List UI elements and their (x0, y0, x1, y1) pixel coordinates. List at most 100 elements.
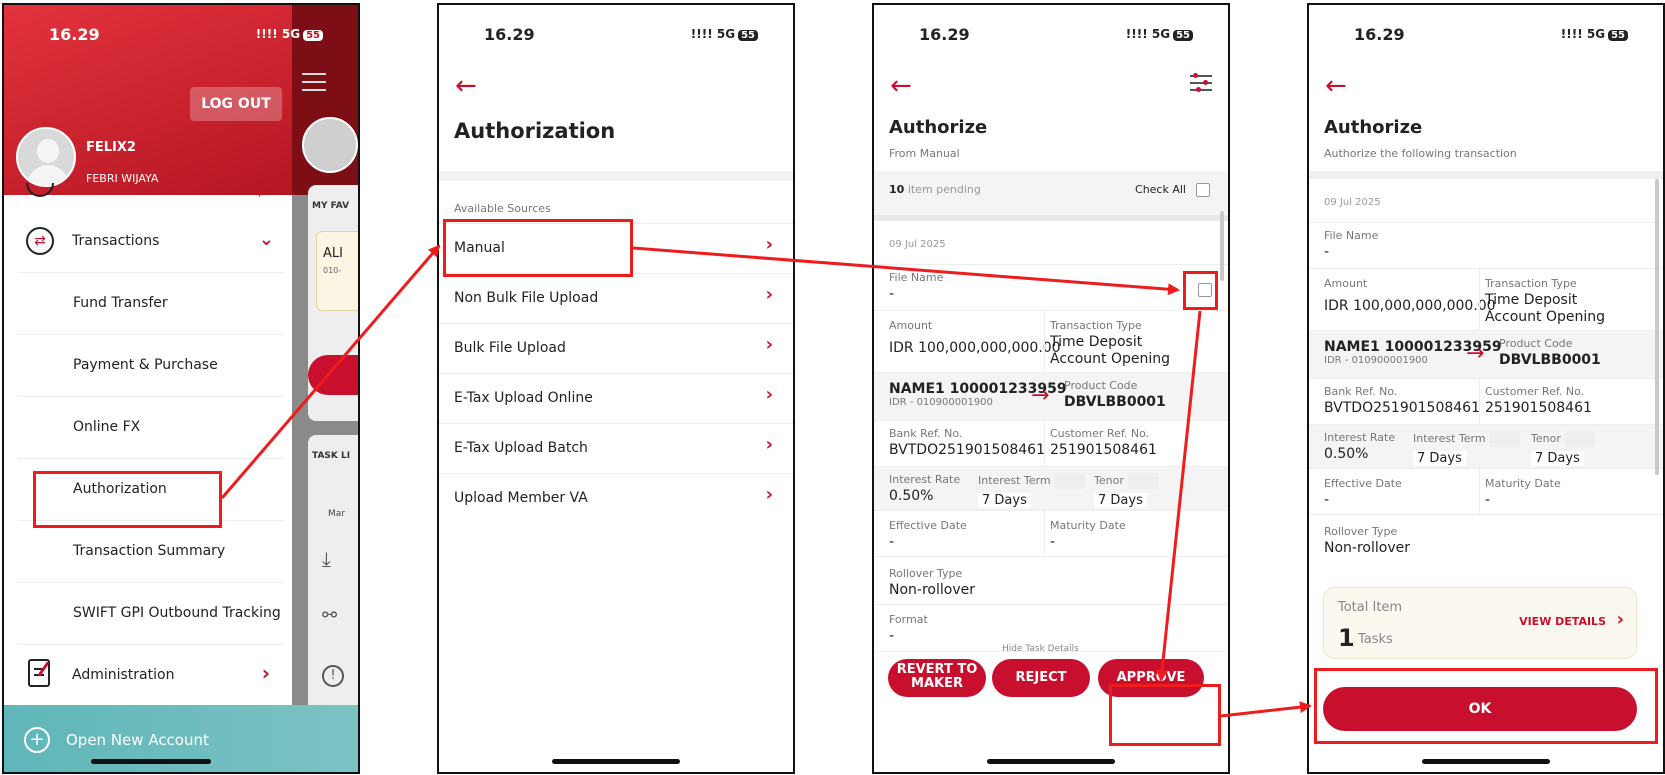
ref-row: Bank Ref. No. BVTDO251901508461 Customer … (1309, 379, 1663, 425)
submenu-label: Fund Transfer (73, 295, 168, 311)
status-signal: !!!! 5G 55 (1126, 27, 1193, 41)
section-label: Available Sources (454, 202, 551, 215)
submenu-label: Transaction Summary (73, 543, 226, 559)
back-arrow-icon[interactable]: ← (890, 73, 912, 99)
rollover-row: Rollover Type Non-rollover (1309, 515, 1663, 579)
field-value: 7 Days (1413, 451, 1466, 466)
submenu-swift-gpi[interactable]: SWIFT GPI Outbound Tracking (18, 583, 284, 645)
revert-to-maker-button[interactable]: REVERT TO MAKER (888, 659, 986, 697)
home-indicator (552, 759, 680, 764)
field-label: File Name (889, 271, 944, 284)
pending-bar: 10 item pending Check All (874, 171, 1228, 215)
background-dashboard: MY FAV ALI 010- TASK LI Mar ⤓ ⚯ ! (292, 5, 358, 772)
source-label: Upload Member VA (454, 490, 588, 506)
submenu-transaction-summary[interactable]: Transaction Summary (18, 521, 284, 583)
avatar-behind (302, 117, 358, 173)
plus-circle-icon: + (24, 727, 50, 753)
fav-card-sub: 010- (323, 266, 342, 275)
source-label: E-Tax Upload Batch (454, 440, 588, 456)
status-time: 16.29 (1354, 25, 1405, 44)
field-value: BVTDO251901508461 (1324, 400, 1480, 416)
menu-list: ▾ ⇄ Transactions ⌄ Fund Transfer Payment… (4, 183, 292, 707)
back-arrow-icon[interactable]: ← (1325, 73, 1347, 99)
source-non-bulk[interactable]: Non Bulk File Upload › (439, 274, 793, 324)
dates-row: Effective Date - Maturity Date - (1309, 469, 1663, 515)
task-list-label: TASK LI (312, 451, 351, 461)
field-value: - (1050, 534, 1056, 550)
field-label: Customer Ref. No. (1050, 427, 1150, 440)
field-label: Amount (889, 319, 933, 332)
field-label: Product Code (1499, 337, 1573, 350)
avatar[interactable] (16, 127, 76, 187)
account-row: NAME1 100001233959 IDR - 010900001900 → P… (874, 373, 1228, 421)
pending-summary: 10 item pending (889, 183, 981, 196)
field-label: Format (889, 613, 928, 626)
field-value: IDR 100,000,000,000.00 (889, 340, 1061, 356)
field-label: Maturity Date (1485, 477, 1561, 490)
ref-row: Bank Ref. No. BVTDO251901508461 Customer … (874, 421, 1228, 467)
status-signal: !!!! 5G 55 (1561, 27, 1628, 41)
favorites-label: MY FAV (312, 201, 350, 211)
submenu-label: Payment & Purchase (73, 357, 218, 373)
logout-button[interactable]: LOG OUT (190, 87, 282, 121)
filter-icon[interactable] (1190, 73, 1212, 93)
highlight-checkbox (1183, 271, 1218, 310)
field-label: Product Code (1064, 379, 1138, 392)
menu-transactions[interactable]: ⇄ Transactions ⌄ (18, 211, 284, 273)
favorites-card: MY FAV ALI 010- (308, 185, 358, 421)
submenu-payment-purchase[interactable]: Payment & Purchase (18, 335, 284, 397)
check-all-checkbox[interactable] (1196, 183, 1210, 197)
total-item-count: 1 (1338, 624, 1355, 652)
source-etax-batch[interactable]: E-Tax Upload Batch › (439, 424, 793, 474)
submenu-online-fx[interactable]: Online FX (18, 397, 284, 459)
flow-icon: ⚯ (322, 605, 338, 626)
user-name: FELIX2 (86, 140, 136, 155)
submenu-fund-transfer[interactable]: Fund Transfer (18, 273, 284, 335)
scrollbar[interactable] (1220, 211, 1224, 281)
rollover-row: Rollover Type Non-rollover (874, 557, 1228, 605)
field-value: 7 Days (978, 493, 1031, 508)
back-arrow-icon[interactable]: ← (455, 73, 477, 99)
hamburger-icon[interactable] (302, 73, 326, 91)
field-value: - (889, 286, 895, 302)
field-label: Interest Term (1413, 431, 1520, 447)
source-label: Non Bulk File Upload (454, 290, 599, 306)
phone-authorize-list-screen: 16.29 !!!! 5G 55 ← Authorize From Manual … (872, 3, 1230, 774)
field-value: 251901508461 (1485, 400, 1592, 416)
highlight-ok (1314, 668, 1658, 744)
status-time: 16.29 (484, 25, 535, 44)
field-value: DBVLBB0001 (1064, 394, 1166, 410)
submenu-label: Online FX (73, 419, 141, 435)
hide-task-details-link[interactable]: Hide Task Details (1002, 644, 1079, 651)
source-member-va[interactable]: Upload Member VA › (439, 474, 793, 524)
total-item-label: Total Item (1338, 600, 1403, 615)
page-subtitle: From Manual (889, 147, 960, 160)
reject-button[interactable]: REJECT (992, 659, 1090, 697)
interest-row: Interest Rate 0.50% Interest Term 7 Days T… (874, 467, 1228, 511)
field-value: IDR 100,000,000,000.00 (1324, 298, 1496, 314)
source-etax-online[interactable]: E-Tax Upload Online › (439, 374, 793, 424)
field-value: 0.50% (1324, 446, 1369, 462)
task-item-label: Mar (328, 509, 345, 519)
field-value: Non-rollover (1324, 540, 1410, 556)
field-label: Amount (1324, 277, 1368, 290)
arrow-right-icon: → (1466, 341, 1485, 366)
arrow-approve-to-ok (1220, 701, 1312, 718)
field-value: - (1324, 244, 1330, 260)
view-details-link[interactable]: VIEW DETAILS (1519, 615, 1606, 628)
scrollbar[interactable] (1655, 179, 1659, 475)
field-value: Time Deposit Account Opening (1050, 334, 1171, 367)
section-divider (439, 171, 793, 181)
task-date: 09 Jul 2025 (889, 239, 946, 250)
total-item-unit: Tasks (1358, 632, 1393, 647)
source-bulk[interactable]: Bulk File Upload › (439, 324, 793, 374)
menu-administration[interactable]: Administration › (18, 645, 284, 707)
field-label: File Name (1324, 229, 1379, 242)
status-signal: !!!! 5G 55 (256, 27, 323, 41)
user-fullname: FEBRI WIJAYA (86, 172, 159, 185)
transfer-icon: ⇄ (26, 227, 54, 255)
home-indicator (987, 759, 1115, 764)
field-value: - (889, 534, 895, 550)
alert-icon: ! (322, 665, 344, 687)
highlight-manual (443, 219, 633, 277)
